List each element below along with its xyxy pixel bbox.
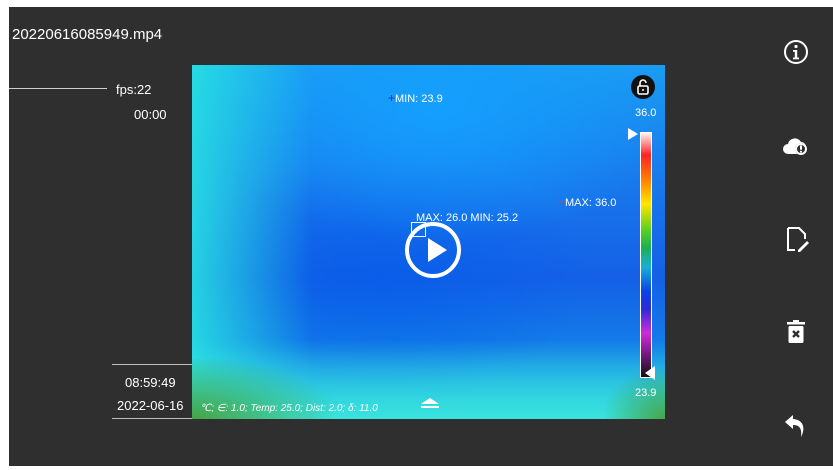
eject-icon [421, 398, 439, 404]
play-icon [428, 238, 447, 262]
max-crosshair-icon: + [558, 195, 566, 209]
cloud-alert-icon [783, 138, 807, 155]
file-name: 20220616085949.mp4 [12, 26, 163, 43]
info-icon [784, 40, 808, 64]
delete-icon [787, 320, 805, 343]
thermal-video-frame[interactable]: + MIN: 23.9 + MAX: 36.0 MAX: 26.0 MIN: 2… [192, 65, 665, 419]
fps-readout: fps:22 [116, 82, 152, 97]
delete-button[interactable] [780, 316, 812, 348]
max-point-label: MAX: 36.0 [565, 197, 617, 209]
min-point-label: MIN: 23.9 [395, 93, 443, 105]
back-button[interactable] [780, 410, 812, 442]
info-button[interactable] [780, 36, 812, 68]
divider [112, 418, 192, 419]
divider [9, 88, 107, 89]
unlock-icon [637, 79, 649, 95]
divider [112, 364, 192, 365]
scale-top-handle[interactable] [628, 128, 638, 140]
play-button[interactable] [405, 222, 461, 278]
scale-min-value: 23.9 [635, 387, 657, 399]
edit-note-button[interactable] [780, 223, 812, 255]
back-icon [785, 415, 804, 437]
cloud-alert-button[interactable] [780, 130, 812, 162]
color-scale-bar [640, 132, 652, 378]
scale-max-value: 36.0 [635, 107, 657, 119]
recording-time: 08:59:49 [125, 375, 176, 390]
lock-button[interactable] [631, 75, 655, 99]
video-player-screen: 20220616085949.mp4 fps:22 00:00 08:59:49… [9, 7, 833, 466]
eject-icon-bar [421, 406, 439, 408]
scale-bottom-handle[interactable] [645, 366, 655, 380]
measurement-parameters: ℃; ∈: 1.0; Temp: 25.0; Dist: 2.0; δ: 11.… [200, 403, 378, 414]
expand-controls-button[interactable] [421, 398, 439, 410]
edit-note-icon [787, 227, 809, 252]
recording-date: 2022-06-16 [117, 398, 184, 413]
min-crosshair-icon: + [388, 91, 396, 105]
elapsed-time: 00:00 [134, 107, 167, 122]
